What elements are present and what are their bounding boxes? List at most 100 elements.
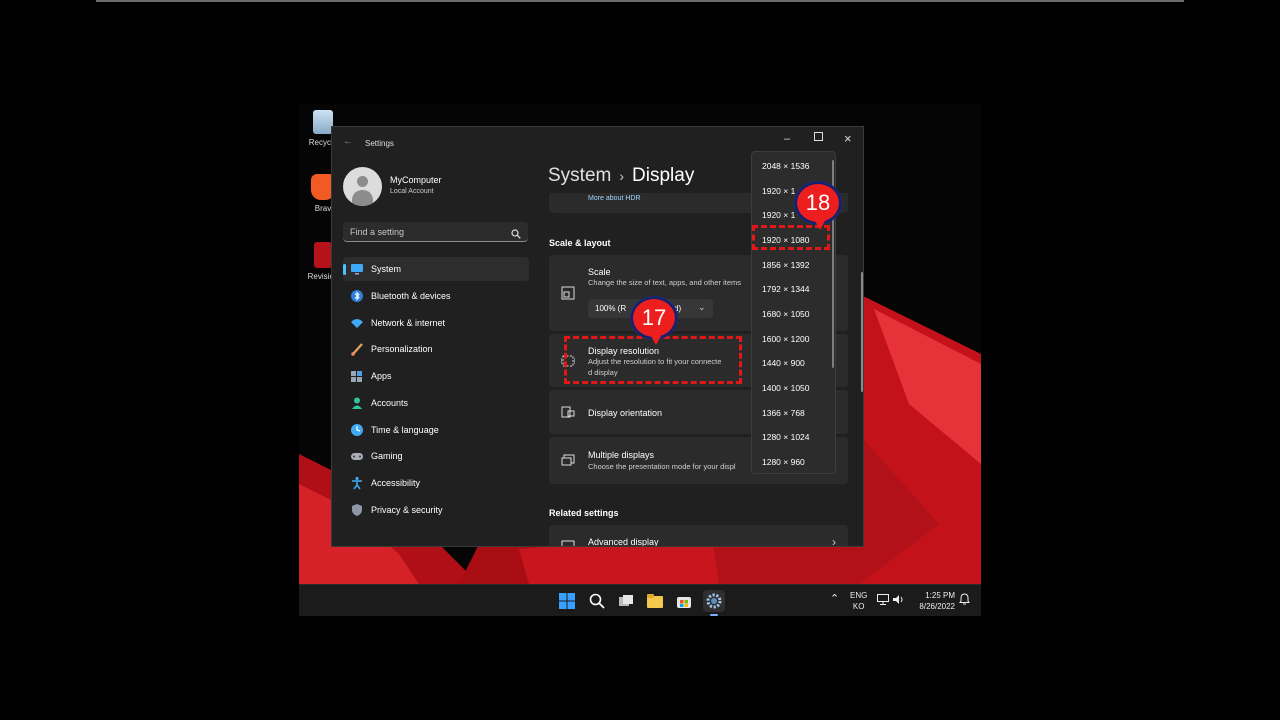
bluetooth-icon	[351, 290, 363, 302]
close-button[interactable]: ×	[844, 131, 852, 146]
sidebar-item-personalization[interactable]: Personalization	[343, 337, 529, 361]
section-title-related-settings: Related settings	[549, 508, 619, 518]
page-title: Display	[632, 165, 695, 186]
tray-chevron-up-icon[interactable]: ⌃	[830, 594, 839, 605]
sidebar-item-apps[interactable]: Apps	[343, 364, 529, 388]
revision-app-icon	[314, 242, 332, 268]
search-placeholder: Find a setting	[350, 227, 405, 237]
apps-icon	[351, 371, 362, 382]
more-about-hdr-link[interactable]: More about HDR	[588, 195, 641, 202]
resolution-option[interactable]: 1280 × 1024	[762, 432, 810, 442]
resolution-option[interactable]: 1400 × 1050	[762, 383, 810, 393]
sidebar-item-time-language[interactable]: Time & language	[343, 418, 529, 442]
scale-title: Scale	[588, 267, 611, 277]
step-badge-17-number: 17	[641, 305, 667, 330]
resolution-option[interactable]: 2048 × 1536	[762, 161, 810, 171]
sidebar-item-system[interactable]: System	[343, 257, 529, 281]
multiple-displays-title: Multiple displays	[588, 450, 655, 460]
game-controller-icon	[351, 453, 363, 460]
step-badge-18-number: 18	[805, 190, 831, 215]
breadcrumb: System › Display	[548, 165, 694, 187]
selection-indicator	[343, 264, 346, 275]
section-title-scale-layout: Scale & layout	[549, 238, 611, 248]
multiple-displays-icon	[561, 454, 575, 466]
chevron-right-icon: ›	[832, 535, 836, 547]
account-person-icon	[352, 397, 362, 409]
network-icon[interactable]	[877, 594, 889, 608]
chevron-down-icon: ⌄	[698, 302, 706, 312]
volume-icon[interactable]	[893, 594, 905, 608]
sidebar-item-label: Network & internet	[371, 318, 446, 328]
content-scrollbar[interactable]	[861, 272, 863, 392]
start-icon[interactable]	[557, 591, 577, 611]
resolution-option[interactable]: 1792 × 1344	[762, 284, 810, 294]
language-bottom: KO	[852, 602, 865, 611]
sidebar-item-network[interactable]: Network & internet	[343, 311, 529, 335]
clock-date: 8/26/2022	[919, 602, 955, 611]
sidebar-item-label: Privacy & security	[371, 505, 443, 515]
active-app-indicator	[710, 614, 718, 616]
sidebar-item-label: Accessibility	[371, 478, 421, 488]
sidebar-item-label: System	[371, 264, 402, 274]
shield-icon	[352, 504, 362, 516]
step-badge-18: 18	[795, 182, 841, 230]
resolution-option[interactable]: 1920 × 1	[762, 186, 795, 196]
resolution-option[interactable]: 1920 × 1	[762, 210, 795, 220]
avatar-body-shape	[352, 190, 373, 206]
back-arrow-icon[interactable]: ←	[343, 136, 353, 147]
language-indicator[interactable]: ENG KO	[850, 590, 867, 612]
resolution-option[interactable]: 1440 × 900	[762, 358, 805, 368]
avatar-head-shape	[357, 176, 368, 187]
sidebar-item-accessibility[interactable]: Accessibility	[343, 471, 529, 495]
step-badge-17: 17	[631, 297, 677, 345]
sidebar-item-accounts[interactable]: Accounts	[343, 391, 529, 415]
sidebar-item-label: Bluetooth & devices	[371, 291, 451, 301]
sidebar-item-label: Accounts	[371, 398, 409, 408]
sidebar-item-privacy-security[interactable]: Privacy & security	[343, 498, 529, 522]
sidebar-item-label: Time & language	[371, 425, 439, 435]
language-top: ENG	[850, 591, 868, 600]
maximize-button[interactable]	[814, 132, 823, 144]
top-rule	[96, 0, 1184, 2]
search-icon[interactable]	[511, 226, 521, 244]
resolution-option[interactable]: 1856 × 1392	[762, 260, 810, 270]
task-view-icon[interactable]	[616, 591, 636, 611]
microsoft-store-icon[interactable]	[674, 591, 694, 611]
notification-bell-icon[interactable]	[959, 593, 970, 608]
sidebar-item-label: Apps	[371, 371, 392, 381]
display-orientation-title: Display orientation	[588, 408, 663, 418]
search-icon[interactable]	[587, 591, 607, 611]
wifi-icon	[351, 319, 363, 328]
sidebar-item-label: Gaming	[371, 451, 403, 461]
scale-description: Change the size of text, apps, and other…	[588, 278, 742, 287]
scale-resize-icon	[561, 286, 575, 300]
sidebar-item-label: Personalization	[371, 344, 433, 354]
advanced-display-card[interactable]: Advanced display ›	[549, 525, 848, 547]
display-orientation-icon	[561, 406, 575, 418]
minimize-button[interactable]: –	[784, 133, 790, 145]
account-name: MyComputer	[390, 175, 442, 185]
globe-clock-icon	[351, 424, 363, 436]
search-input[interactable]: Find a setting	[343, 222, 528, 242]
settings-gear-icon[interactable]	[703, 590, 725, 612]
advanced-display-title: Advanced display	[588, 537, 659, 547]
accessibility-person-icon	[352, 476, 362, 490]
recycle-bin-icon	[313, 110, 333, 134]
taskbar: ⌃ ENG KO 1:25 PM 8/26/2022	[299, 584, 981, 616]
clock[interactable]: 1:25 PM 8/26/2022	[911, 590, 955, 612]
resolution-option[interactable]: 1280 × 960	[762, 457, 805, 467]
advanced-display-icon	[561, 540, 575, 546]
resolution-option[interactable]: 1680 × 1050	[762, 309, 810, 319]
system-monitor-icon	[351, 264, 363, 275]
clock-time: 1:25 PM	[925, 591, 955, 600]
window-title: Settings	[365, 139, 394, 148]
sidebar-item-bluetooth[interactable]: Bluetooth & devices	[343, 284, 529, 308]
sidebar-item-gaming[interactable]: Gaming	[343, 444, 529, 468]
resolution-option[interactable]: 1600 × 1200	[762, 334, 810, 344]
account-type: Local Account	[390, 188, 434, 195]
scale-value-left: 100% (R	[595, 304, 627, 313]
avatar[interactable]	[343, 167, 382, 206]
resolution-option[interactable]: 1366 × 768	[762, 408, 805, 418]
breadcrumb-parent[interactable]: System	[548, 165, 611, 186]
file-explorer-icon[interactable]	[645, 591, 665, 611]
